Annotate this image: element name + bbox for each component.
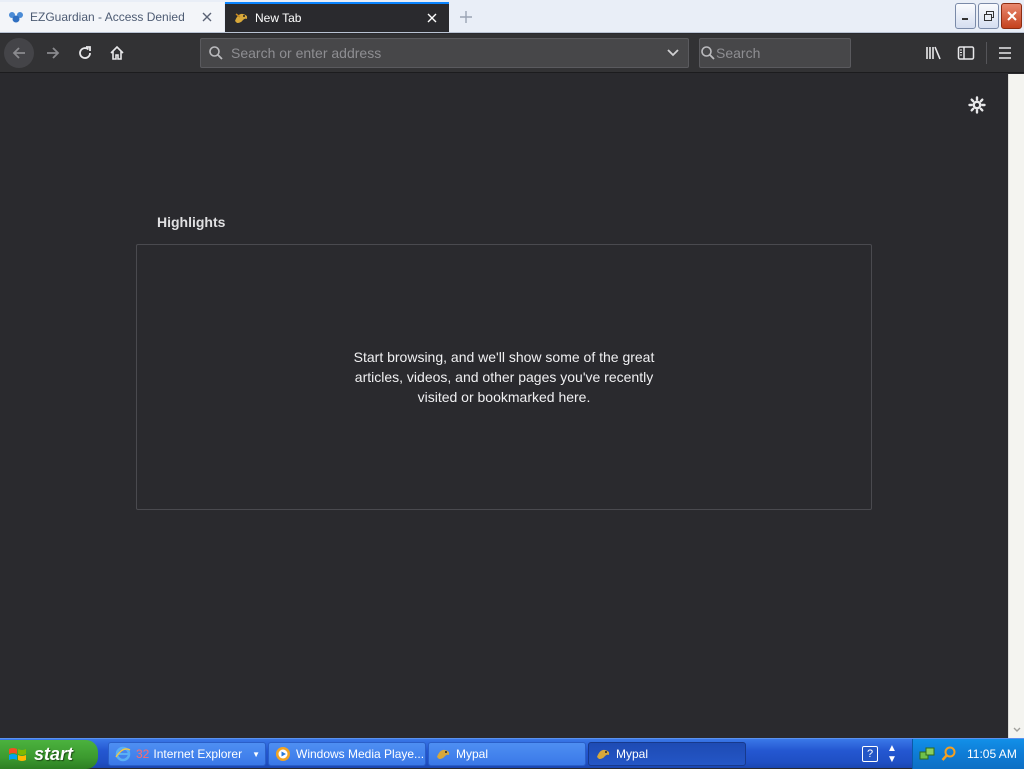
tab-title: EZGuardian - Access Denied [30, 10, 185, 24]
close-window-button[interactable] [1001, 3, 1022, 29]
chevron-down-icon [1013, 727, 1021, 732]
search-bar[interactable] [699, 38, 897, 68]
windows-taskbar: start 32 Internet Explorer ▼ Windows Med… [0, 738, 1024, 769]
sidebar-icon [957, 46, 975, 60]
settings-button[interactable] [966, 94, 988, 116]
search-icon [700, 39, 716, 67]
reload-button[interactable] [70, 38, 100, 68]
address-input[interactable] [231, 45, 658, 61]
tab-strip: EZGuardian - Access Denied New Tab [0, 0, 1024, 33]
system-tray: 11:05 AM [912, 739, 1024, 769]
scroll-down-button[interactable] [1009, 722, 1024, 738]
close-tab-icon[interactable] [196, 6, 218, 28]
ezguardian-icon [8, 9, 24, 25]
help-icon[interactable]: ? [862, 746, 878, 762]
taskbar-item-label: Mypal [616, 747, 649, 761]
highlights-heading: Highlights [157, 214, 226, 230]
taskbar-item-internet-explorer[interactable]: 32 Internet Explorer ▼ [108, 742, 266, 766]
hamburger-menu-icon [999, 47, 1011, 59]
home-button[interactable] [102, 38, 132, 68]
tab-new-tab[interactable]: New Tab [225, 2, 449, 32]
chevron-down-icon[interactable] [658, 39, 688, 67]
start-label: start [34, 744, 74, 764]
taskbar-item-mypal-active[interactable]: Mypal [588, 742, 746, 766]
taskbar-item-label: Mypal [456, 747, 489, 761]
mypal-icon [233, 10, 249, 26]
taskbar-item-windows-media-player[interactable]: Windows Media Playe... [268, 742, 426, 766]
taskbar-item-mypal[interactable]: Mypal [428, 742, 586, 766]
library-icon [926, 46, 941, 60]
tab-ezguardian[interactable]: EZGuardian - Access Denied [0, 2, 224, 32]
close-tab-icon[interactable] [421, 7, 443, 29]
toolbar-separator [986, 42, 987, 64]
search-input[interactable] [716, 45, 897, 61]
forward-button[interactable] [38, 38, 68, 68]
home-icon [110, 45, 124, 60]
clock: 11:05 AM [967, 747, 1017, 761]
arrow-right-icon [47, 47, 60, 59]
windows-logo-icon [9, 747, 26, 761]
menu-button[interactable] [991, 38, 1019, 68]
chevron-down-icon: ▼ [252, 749, 260, 759]
highlights-section: Start browsing, and we'll show some of t… [136, 244, 872, 510]
gear-icon [968, 96, 986, 114]
start-button[interactable]: start [0, 740, 98, 769]
vertical-scrollbar[interactable] [1008, 74, 1024, 738]
arrow-left-icon [12, 47, 25, 59]
highlights-empty-message: Start browsing, and we'll show some of t… [353, 349, 655, 405]
sidebar-button[interactable] [952, 38, 980, 68]
magnifier-icon[interactable] [941, 746, 957, 762]
mypal-icon [595, 746, 611, 762]
taskbar-item-label: Windows Media Playe... [296, 747, 425, 761]
minimize-button[interactable] [955, 3, 976, 29]
back-button[interactable] [4, 38, 34, 68]
reload-icon [79, 46, 91, 59]
tab-title: New Tab [255, 11, 302, 25]
tray-expand-icon[interactable]: ▲ ▼ [884, 743, 900, 765]
search-icon [201, 39, 231, 67]
internet-explorer-icon [115, 746, 131, 762]
new-tab-page: Highlights Start browsing, and we'll sho… [0, 74, 1008, 738]
library-button[interactable] [920, 38, 948, 68]
restore-button[interactable] [978, 3, 999, 29]
taskbar-item-label: Internet Explorer [153, 747, 243, 761]
mypal-icon [435, 746, 451, 762]
address-bar[interactable] [200, 38, 689, 68]
new-tab-button[interactable] [453, 5, 479, 29]
windows-media-player-icon [275, 746, 291, 762]
window-count: 32 [136, 747, 150, 761]
network-icon[interactable] [919, 746, 935, 762]
navigation-toolbar [0, 34, 1024, 73]
